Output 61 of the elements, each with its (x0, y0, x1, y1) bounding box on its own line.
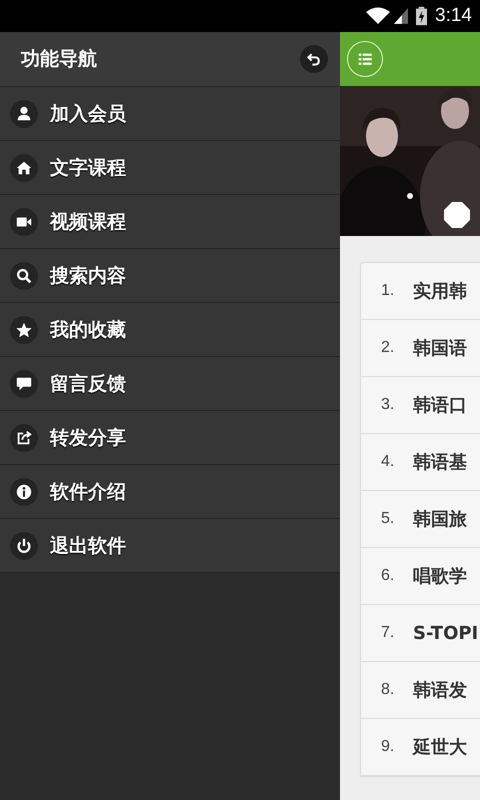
menu-item-label: 转发分享 (50, 426, 126, 450)
lesson-title: 韩语发 (413, 679, 467, 702)
menu-item-label: 留言反馈 (50, 372, 126, 396)
menu-item[interactable]: 我的收藏 (0, 303, 340, 357)
power-icon (10, 532, 38, 560)
person-icon (10, 100, 38, 128)
menu-item-label: 我的收藏 (50, 318, 126, 342)
menu-item[interactable]: 留言反馈 (0, 357, 340, 411)
lesson-item[interactable]: 6. 唱歌学 (361, 548, 480, 605)
menu-item[interactable]: 软件介绍 (0, 465, 340, 519)
undo-icon (306, 51, 322, 67)
lesson-number: 9. (380, 738, 396, 756)
lesson-title: 韩语口 (413, 394, 467, 417)
search-icon (10, 262, 38, 290)
lesson-item[interactable]: 2. 韩国语 (361, 320, 480, 377)
menu-item[interactable]: 转发分享 (0, 411, 340, 465)
lesson-item[interactable]: 3. 韩语口 (361, 377, 480, 434)
menu-item[interactable]: 加入会员 (0, 87, 340, 141)
battery-icon (416, 6, 428, 26)
menu-item-label: 加入会员 (50, 102, 126, 126)
drawer-title: 功能导航 (21, 47, 97, 72)
menu-item-label: 退出软件 (50, 534, 126, 558)
lesson-number: 2. (380, 339, 396, 357)
lesson-item[interactable]: 7. S-TOPI (361, 605, 480, 662)
lesson-number: 5. (380, 510, 396, 528)
lesson-item[interactable]: 1. 实用韩 (361, 263, 480, 320)
menu-item-label: 视频课程 (50, 210, 126, 234)
lesson-title: 韩语基 (413, 451, 467, 474)
menu-item[interactable]: 退出软件 (0, 519, 340, 573)
lesson-title: 唱歌学 (413, 565, 467, 588)
lesson-title: 韩国语 (413, 337, 467, 360)
clock: 3:14 (435, 5, 472, 27)
lesson-title: S-TOPI (413, 622, 478, 644)
lesson-title: 实用韩 (413, 280, 467, 303)
menu-item[interactable]: 搜索内容 (0, 249, 340, 303)
lesson-item[interactable]: 9. 延世大 (361, 719, 480, 776)
lesson-title: 延世大 (413, 736, 467, 759)
signal-icon (394, 7, 408, 25)
info-icon (10, 478, 38, 506)
lesson-number: 7. (380, 624, 396, 642)
lesson-title: 韩国旅 (413, 508, 467, 531)
menu-item-label: 文字课程 (50, 156, 126, 180)
lesson-item[interactable]: 4. 韩语基 (361, 434, 480, 491)
wifi-icon (366, 7, 390, 25)
menu-item[interactable]: 文字课程 (0, 141, 340, 195)
lesson-number: 6. (380, 567, 396, 585)
home-icon (10, 154, 38, 182)
lesson-item[interactable]: 8. 韩语发 (361, 662, 480, 719)
lesson-number: 8. (380, 681, 396, 699)
menu-item[interactable]: 视频课程 (0, 195, 340, 249)
video-icon (10, 208, 38, 236)
lesson-number: 3. (380, 396, 396, 414)
lesson-item[interactable]: 5. 韩国旅 (361, 491, 480, 548)
menu-item-label: 软件介绍 (50, 480, 126, 504)
lesson-number: 1. (380, 282, 396, 300)
back-button[interactable] (300, 45, 328, 73)
menu-button[interactable] (347, 41, 383, 77)
comment-icon (10, 370, 38, 398)
lesson-number: 4. (380, 453, 396, 471)
menu-item-label: 搜索内容 (50, 264, 126, 288)
share-icon (10, 424, 38, 452)
